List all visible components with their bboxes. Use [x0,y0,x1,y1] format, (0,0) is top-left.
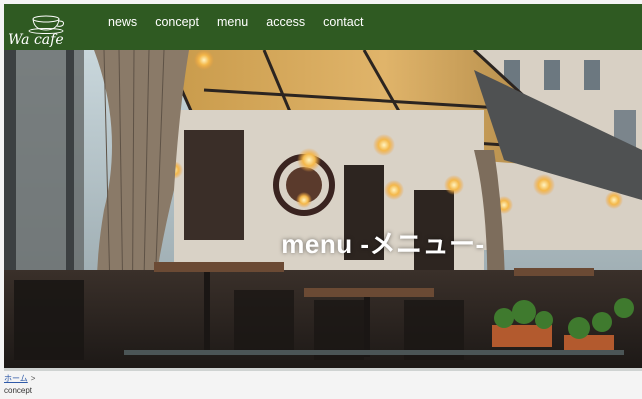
page: Wa cafe news concept menu access contact [0,0,642,399]
hero-title: menu -メニュー- [281,229,485,259]
nav-news[interactable]: news [108,10,137,34]
site-logo[interactable]: Wa cafe [6,8,76,48]
breadcrumb: ホーム > concept [4,372,642,399]
breadcrumb-home-link[interactable]: ホーム [4,374,28,383]
nav-contact[interactable]: contact [323,10,363,34]
nav-access[interactable]: access [266,10,305,34]
breadcrumb-row: ホーム > [4,373,35,384]
breadcrumb-separator: > [30,374,36,383]
logo-script: Wa cafe [8,32,64,48]
nav-menu[interactable]: menu [217,10,248,34]
site-header: Wa cafe news concept menu access contact [4,4,642,50]
hero-image: menu -メニュー- [4,50,642,371]
cafe-cup-logo-icon: Wa cafe [8,15,64,48]
breadcrumb-current: concept [4,386,33,395]
cafe-terrace-photo [4,50,642,371]
main-nav: news concept menu access contact [108,10,363,34]
nav-concept[interactable]: concept [155,10,199,34]
